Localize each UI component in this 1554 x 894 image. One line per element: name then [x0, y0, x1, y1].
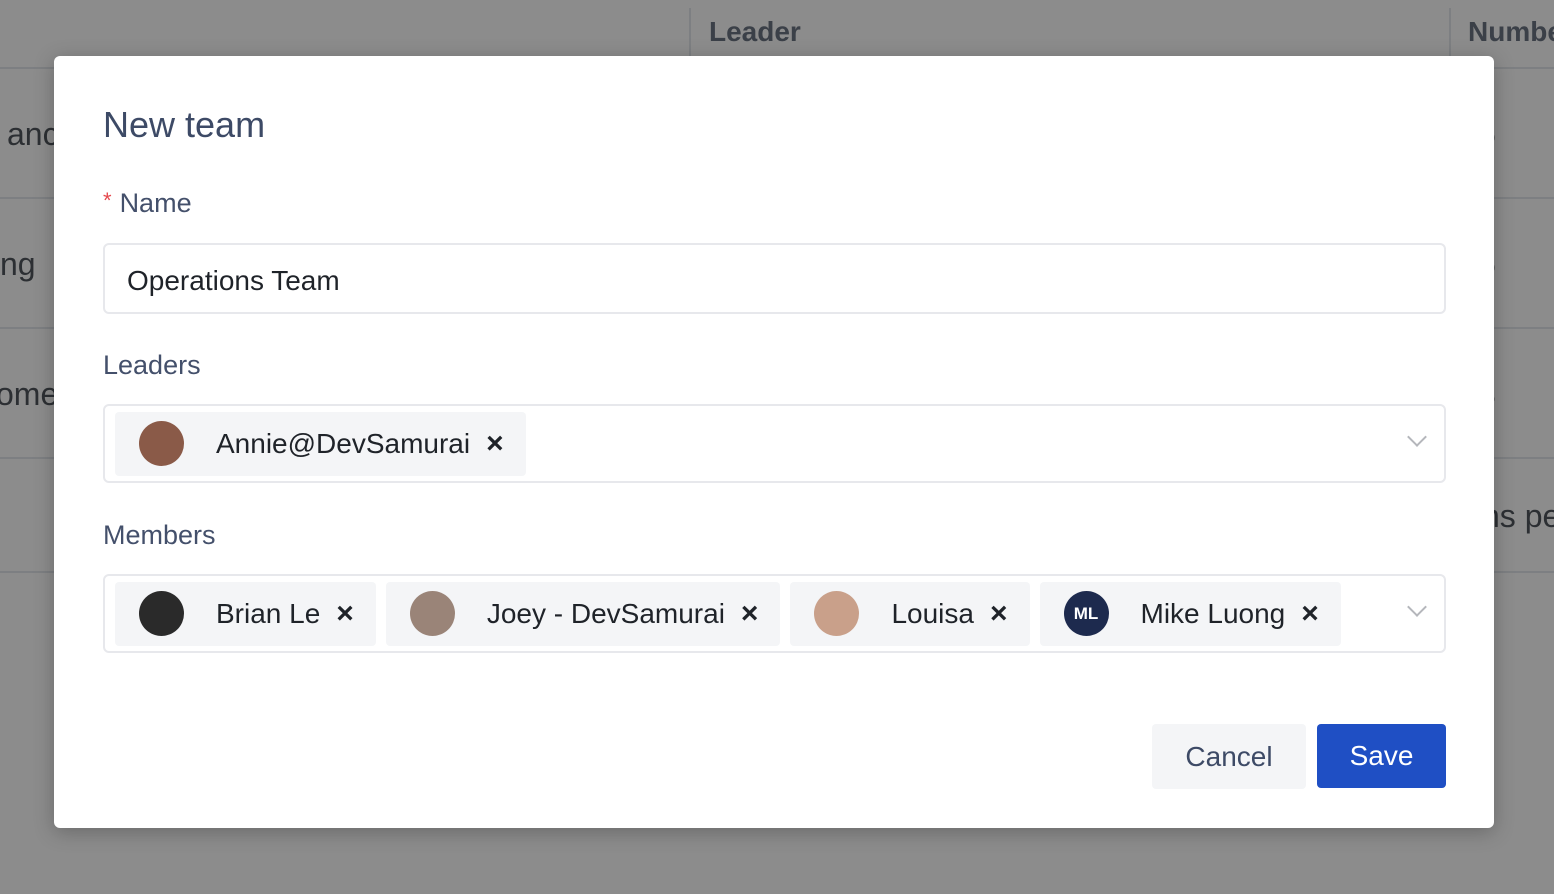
bg-text: ome	[0, 376, 59, 412]
leaders-select[interactable]: Annie@DevSamurai ×	[103, 404, 1446, 483]
remove-icon[interactable]: ×	[990, 597, 1008, 631]
name-label-text: Name	[119, 188, 192, 218]
cancel-button[interactable]: Cancel	[1152, 724, 1306, 789]
chip-label: Mike Luong	[1140, 597, 1286, 629]
chip-label: Louisa	[891, 597, 974, 629]
member-chip: Brian Le ×	[115, 581, 376, 646]
chip-label: Annie@DevSamurai	[216, 427, 471, 459]
chip-label: Joey - DevSamurai	[486, 597, 725, 629]
name-label: * Name	[103, 188, 192, 219]
column-header-number: Numbe	[1468, 16, 1554, 47]
required-mark: *	[103, 188, 112, 213]
dialog-title: New team	[103, 104, 266, 145]
save-button[interactable]: Save	[1317, 724, 1446, 788]
members-select[interactable]: Brian Le × Joey - DevSamurai × Louisa × ML M…	[103, 574, 1446, 653]
leaders-label: Leaders	[103, 350, 201, 380]
leader-chip: Annie@DevSamurai ×	[115, 411, 526, 476]
avatar	[409, 591, 455, 636]
member-chip: Joey - DevSamurai ×	[385, 581, 781, 646]
chip-label: Brian Le	[216, 597, 321, 629]
new-team-dialog: New team * Name Operations Team Leaders A…	[54, 56, 1494, 828]
bg-text: ng	[0, 246, 36, 282]
remove-icon[interactable]: ×	[336, 597, 354, 631]
remove-icon[interactable]: ×	[741, 597, 759, 631]
avatar-initials: ML	[1063, 591, 1109, 636]
chevron-down-icon[interactable]	[1407, 427, 1427, 447]
avatar	[814, 591, 860, 636]
avatar	[139, 421, 184, 466]
member-chip: Louisa ×	[790, 581, 1030, 646]
members-label: Members	[103, 520, 216, 550]
chevron-down-icon[interactable]	[1407, 597, 1427, 617]
bg-text: anc	[7, 116, 59, 152]
remove-icon[interactable]: ×	[486, 427, 504, 461]
member-chip: ML Mike Luong ×	[1039, 581, 1341, 646]
remove-icon[interactable]: ×	[1301, 597, 1319, 631]
name-input[interactable]: Operations Team	[103, 243, 1446, 314]
column-header-leader: Leader	[709, 16, 801, 47]
avatar	[139, 591, 184, 636]
